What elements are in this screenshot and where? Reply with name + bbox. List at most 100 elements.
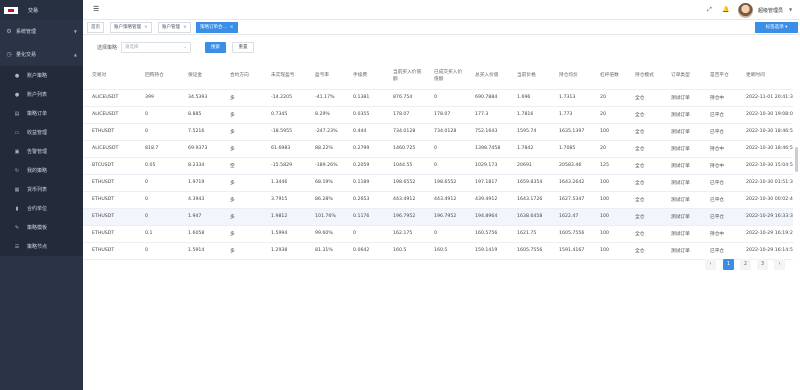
sidebar-item-profit[interactable]: ▭ 收益管理 <box>0 123 83 142</box>
table-cell: 197.1817 <box>466 174 508 192</box>
table-cell: 0.1189 <box>344 174 384 192</box>
fullscreen-icon[interactable]: ⤢ <box>707 6 712 14</box>
sidebar-item-currency[interactable]: ▦ 货币列表 <box>0 180 83 199</box>
strategy-select[interactable]: 请选择 ⌄ <box>121 41 192 53</box>
tag-account-manage[interactable]: 账户管理 × <box>158 22 191 33</box>
avatar[interactable] <box>738 3 753 18</box>
table-cell: 全仓 <box>626 174 662 192</box>
table-cell: 101.76% <box>306 208 344 226</box>
table-cell: 177.3 <box>466 106 508 124</box>
table-cell: 0 <box>136 242 179 260</box>
table-cell: 20691 <box>508 157 550 175</box>
column-header: 持仓模式 <box>626 63 662 90</box>
table-cell: 1.5914 <box>179 242 221 260</box>
refresh-icon: ↻ <box>14 167 20 174</box>
tag-options-button[interactable]: 标签选项 ▾ <box>755 22 798 33</box>
table-cell: 0.0355 <box>344 106 384 124</box>
sidebar-item-nodes[interactable]: ☰ 策略节点 <box>0 237 83 256</box>
table-cell: 全仓 <box>626 140 662 158</box>
table-cell: 已平仓 <box>701 123 737 141</box>
table-cell: 20 <box>591 140 626 158</box>
table-row[interactable]: ETHUSDT 0 1.5914 多 1.2938 81.31% 0.0642 160.5 16… <box>83 242 793 260</box>
search-button[interactable]: 搜索 <box>205 41 227 53</box>
chevron-down-icon[interactable]: ▼ <box>789 7 792 12</box>
column-header: 杠杆倍数 <box>591 63 626 90</box>
table-row[interactable]: ALICEUSDT 0 8.885 多 0.7345 8.29% 0.0355 178.07 1… <box>83 106 793 124</box>
table-row[interactable]: ETHUSDT 0 1.9719 多 1.3446 68.19% 0.1189 198.655… <box>83 174 793 192</box>
table-cell: 多 <box>221 140 262 158</box>
hamburger-icon[interactable]: ☰ <box>93 6 99 13</box>
bar-icon: ▮ <box>15 205 19 212</box>
sidebar-item-alerts[interactable]: ▣ 告警管理 <box>0 142 83 161</box>
table-row[interactable]: ETHUSDT 0 7.5216 多 -18.5955 -247.23% 0.444 734.… <box>83 123 793 141</box>
sidebar-item-account-strategy[interactable]: ● 账户策略 <box>0 66 83 85</box>
prev-page-button[interactable]: ‹ <box>705 259 716 270</box>
column-header: 交易对 <box>83 63 136 90</box>
table-cell: 1622.47 <box>550 208 591 226</box>
table-cell: 8.29% <box>306 106 344 124</box>
table-row[interactable]: ALICEUSDT 399 34.5393 多 -14.2205 -41.17% 0.138… <box>83 89 793 107</box>
table-row[interactable]: ALICEUSDT 818.7 69.9373 多 61.6983 88.22% 0.279… <box>83 140 793 158</box>
sidebar-item-strategy-orders[interactable]: ▤ 策略订单 <box>0 104 83 123</box>
table-cell: 1605.7556 <box>550 225 591 243</box>
table-cell: 1643.2642 <box>550 174 591 192</box>
sidebar-item-templates[interactable]: ✎ 策略模板 <box>0 218 83 237</box>
table-row[interactable]: ETHUSDT 0.1 1.6058 多 1.5994 99.60% 0 162.175 0 16… <box>83 225 793 243</box>
sidebar-group-system[interactable]: ⚙ 系统管理 ▼ <box>0 20 83 43</box>
next-page-button[interactable]: › <box>774 259 785 270</box>
sidebar-group-quant[interactable]: ◷ 量化交易 ▲ <box>0 43 83 66</box>
sidebar-item-account-list[interactable]: ● 账户列表 <box>0 85 83 104</box>
table-cell: 多 <box>221 106 262 124</box>
sidebar-group-label: 系统管理 <box>16 29 37 35</box>
page-2-button[interactable]: 2 <box>740 259 751 270</box>
sidebar-item-my-strategy[interactable]: ↻ 我的策略 <box>0 161 83 180</box>
table-cell: 159.1419 <box>466 242 508 260</box>
top-bar: ☰ ⤢ 🔔 超级管理员 ▼ <box>83 0 800 20</box>
username[interactable]: 超级管理员 <box>758 7 783 14</box>
money-icon: ▭ <box>14 129 20 136</box>
close-icon[interactable]: × <box>144 25 148 30</box>
table-cell: 1643.1726 <box>508 191 550 209</box>
table-cell: 1659.8354 <box>508 174 550 192</box>
table-cell: 多 <box>221 208 262 226</box>
table-cell: 0.2653 <box>344 191 384 209</box>
table-cell: 2022-10-30 01:51:36 <box>737 174 793 192</box>
table-row[interactable]: ETHUSDT 0 4.3943 多 3.7915 86.28% 0.2653 443.491… <box>83 191 793 209</box>
order-icon: ▤ <box>14 110 20 117</box>
page-1-button[interactable]: 1 <box>723 259 734 270</box>
table-cell: 1635.1397 <box>550 123 591 141</box>
page-3-button[interactable]: 3 <box>757 259 768 270</box>
tag-label: 首页 <box>91 25 100 30</box>
table-cell: 全仓 <box>626 242 662 260</box>
column-header: 保证金 <box>179 63 221 90</box>
tag-account-strategy[interactable]: 账户策略管理 × <box>110 22 152 33</box>
table-cell: -41.17% <box>306 89 344 107</box>
table-row[interactable]: BTCUSDT 0.05 8.2334 空 -15.5829 -189.26% 0.2059… <box>83 157 793 175</box>
close-icon[interactable]: × <box>183 25 187 30</box>
tag-strategy-orders[interactable]: 策略订单合... × <box>196 22 238 33</box>
table-row[interactable]: ETHUSDT 0 1.947 多 1.9812 101.76% 0.1176 196.795… <box>83 208 793 226</box>
reset-button[interactable]: 重置 <box>232 41 255 53</box>
column-header: 手续费 <box>344 63 384 90</box>
column-header: 订单类型 <box>662 63 701 90</box>
table-cell: 全仓 <box>626 157 662 175</box>
table-cell: 443.4912 <box>425 191 466 209</box>
bell-icon[interactable]: 🔔 <box>722 6 729 13</box>
sidebar-item-contract[interactable]: ▮ 合约单位 <box>0 199 83 218</box>
scrollbar-thumb[interactable] <box>795 147 798 172</box>
table-cell: 2022-10-30 15:04:54 <box>737 157 793 175</box>
table-cell: 194.8964 <box>466 208 508 226</box>
close-icon[interactable]: × <box>230 25 234 30</box>
table-cell: 多 <box>221 191 262 209</box>
sidebar-item-label: 货币列表 <box>27 187 48 193</box>
sidebar-group-label: 量化交易 <box>16 52 37 58</box>
logo-text: 交易 <box>28 7 39 14</box>
table-cell: 162.175 <box>384 225 425 243</box>
table-cell: 399 <box>136 89 179 107</box>
table-cell: 2022-10-29 16:14:51 <box>737 242 793 260</box>
table-cell: 8.885 <box>179 106 221 124</box>
sidebar-item-label: 我的策略 <box>27 168 48 174</box>
tag-home[interactable]: 首页 <box>87 22 104 33</box>
coin-icon: ▦ <box>14 186 20 193</box>
table-cell: 34.5393 <box>179 89 221 107</box>
